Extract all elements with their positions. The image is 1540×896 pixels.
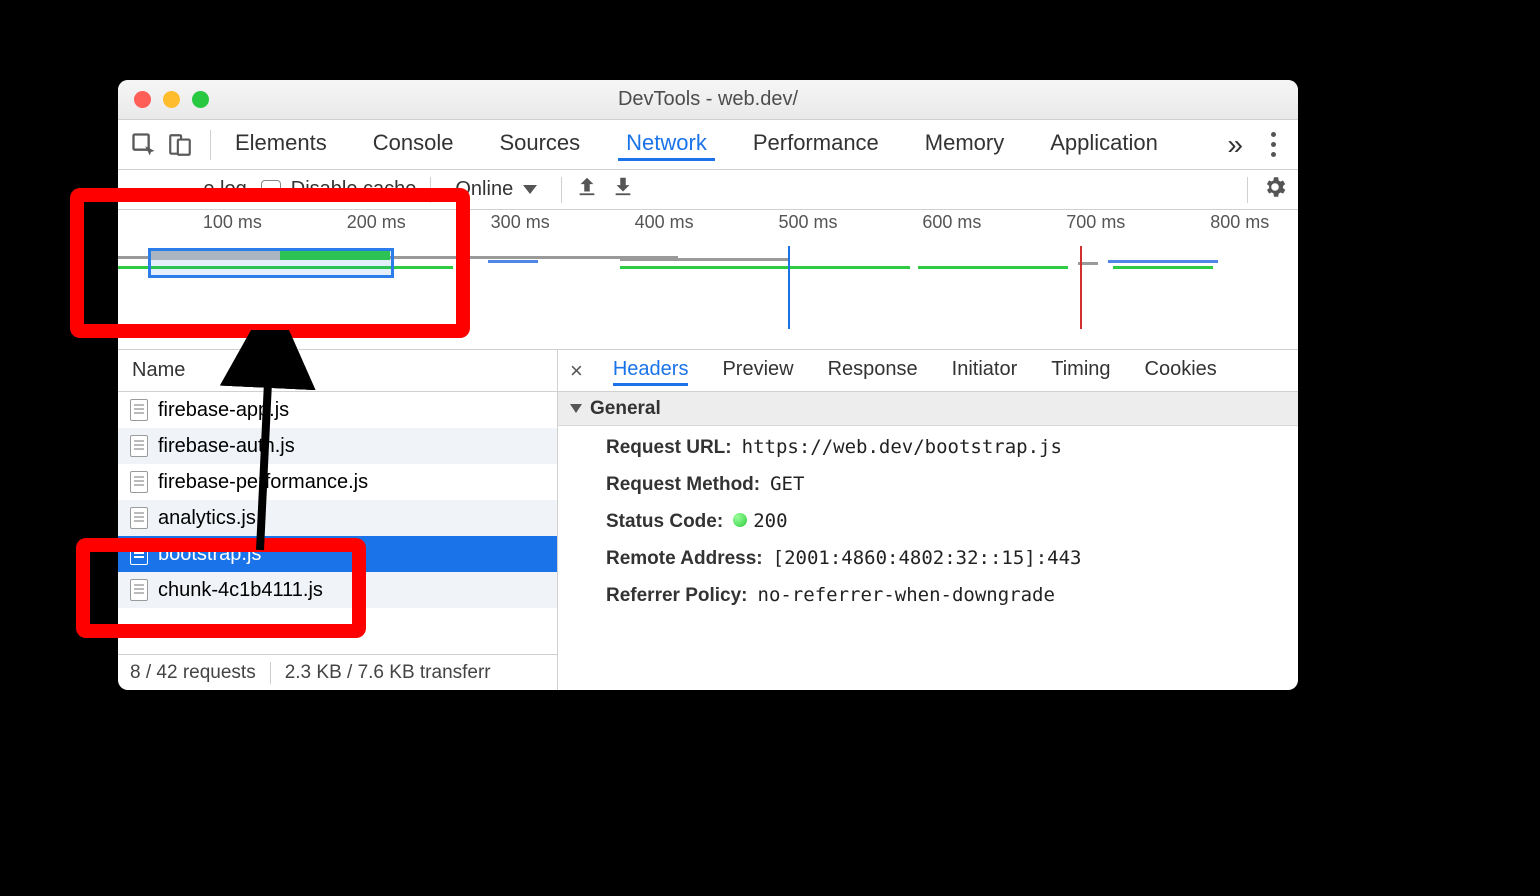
toolbar-sep-3: [1247, 177, 1248, 203]
kv-referrer-policy: Referrer Policy:no-referrer-when-downgra…: [606, 584, 1268, 607]
detail-tab-preview[interactable]: Preview: [722, 356, 793, 386]
panel-tab-sources[interactable]: Sources: [491, 128, 588, 161]
disable-cache-label: Disable cache: [291, 178, 417, 201]
request-row[interactable]: firebase-auth.js: [118, 428, 557, 464]
file-icon: [130, 435, 148, 457]
transfer-size: 2.3 KB / 7.6 KB transferr: [285, 662, 491, 684]
request-row[interactable]: bootstrap.js: [118, 536, 557, 572]
kv-status-code: Status Code:200: [606, 510, 1268, 533]
panel-tab-memory[interactable]: Memory: [917, 128, 1012, 161]
timeline-tick: 600 ms: [922, 212, 981, 233]
detail-tab-initiator[interactable]: Initiator: [952, 356, 1018, 386]
request-row[interactable]: analytics.js: [118, 500, 557, 536]
network-toolbar: pad e log Disable cache Online: [118, 170, 1298, 210]
request-count: 8 / 42 requests: [130, 662, 256, 684]
section-title: General: [590, 398, 661, 420]
timeline-tick: 700 ms: [1066, 212, 1125, 233]
timeline-tick: 800 ms: [1210, 212, 1269, 233]
inspect-element-icon[interactable]: [130, 131, 158, 159]
zoom-window-button[interactable]: [192, 91, 209, 108]
request-row[interactable]: chunk-4c1b4111.js: [118, 572, 557, 608]
file-icon: [130, 471, 148, 493]
kv-remote-address: Remote Address:[2001:4860:4802:32::15]:4…: [606, 547, 1268, 570]
detail-tab-response[interactable]: Response: [828, 356, 918, 386]
domcontentloaded-line: [788, 246, 790, 329]
file-icon: [130, 399, 148, 421]
throttling-selector[interactable]: Online: [445, 178, 547, 201]
status-bar: 8 / 42 requests 2.3 KB / 7.6 KB transfer…: [118, 654, 557, 690]
kv-request-url: Request URL:https://web.dev/bootstrap.js: [606, 436, 1268, 459]
tab-overflow-button[interactable]: »: [1217, 129, 1253, 161]
request-name: bootstrap.js: [158, 543, 261, 566]
request-name: firebase-auth.js: [158, 435, 295, 458]
detail-tab-timing[interactable]: Timing: [1051, 356, 1110, 386]
timeline-tick: 100 ms: [203, 212, 262, 233]
request-row[interactable]: firebase-performance.js: [118, 464, 557, 500]
timeline-selection[interactable]: [148, 248, 394, 278]
request-name: firebase-performance.js: [158, 471, 368, 494]
disable-cache-checkbox[interactable]: [261, 180, 281, 200]
timeline-tick: 200 ms: [347, 212, 406, 233]
panel-tab-network[interactable]: Network: [618, 128, 715, 161]
timeline-tick: 400 ms: [635, 212, 694, 233]
close-detail-button[interactable]: ×: [568, 358, 585, 384]
chevron-down-icon: [523, 185, 537, 194]
detail-tab-cookies[interactable]: Cookies: [1145, 356, 1217, 386]
throttling-value: Online: [455, 178, 513, 201]
tabbar-separator: [210, 130, 211, 160]
panel-tab-application[interactable]: Application: [1042, 128, 1166, 161]
upload-har-icon[interactable]: [576, 175, 598, 204]
request-name: analytics.js: [158, 507, 256, 530]
request-list[interactable]: firebase-app.js firebase-auth.js firebase-…: [118, 392, 557, 654]
minimize-window-button[interactable]: [163, 91, 180, 108]
close-window-button[interactable]: [134, 91, 151, 108]
column-header-name[interactable]: Name: [118, 350, 557, 392]
timeline-tick: 300 ms: [491, 212, 550, 233]
request-name: firebase-app.js: [158, 399, 289, 422]
timeline-tick: 500 ms: [778, 212, 837, 233]
detail-tab-headers[interactable]: Headers: [613, 356, 689, 386]
titlebar: DevTools - web.dev/: [118, 80, 1298, 120]
file-icon: [130, 543, 148, 565]
toolbar-sep-2: [561, 177, 562, 203]
network-settings-icon[interactable]: [1262, 174, 1288, 206]
headers-general-section[interactable]: General: [558, 392, 1298, 426]
download-har-icon[interactable]: [612, 175, 634, 204]
network-body: Name firebase-app.jsfirebase-auth.jsfire…: [118, 350, 1298, 690]
panel-tab-elements[interactable]: Elements: [227, 128, 335, 161]
devtools-menu-button[interactable]: [1261, 132, 1286, 157]
window-title: DevTools - web.dev/: [118, 88, 1298, 111]
request-list-pane: Name firebase-app.jsfirebase-auth.jsfire…: [118, 350, 558, 690]
request-name: chunk-4c1b4111.js: [158, 579, 323, 602]
load-line: [1080, 246, 1082, 329]
preserve-log-label-fragment: e log: [203, 178, 246, 201]
request-detail-pane: × Headers Preview Response Initiator Timing C…: [558, 350, 1298, 690]
disclosure-triangle-icon: [570, 404, 582, 413]
detail-tabbar: × Headers Preview Response Initiator Timing C…: [558, 350, 1298, 392]
panel-tab-performance[interactable]: Performance: [745, 128, 887, 161]
timeline-overview[interactable]: 100 ms 200 ms 300 ms 400 ms 500 ms 600 ms 700 …: [118, 210, 1298, 350]
file-icon: [130, 579, 148, 601]
status-dot-icon: [733, 513, 747, 527]
traffic-lights: [118, 91, 209, 108]
file-icon: [130, 507, 148, 529]
headers-general-values: Request URL:https://web.dev/bootstrap.js…: [558, 426, 1298, 619]
kv-request-method: Request Method:GET: [606, 473, 1268, 496]
request-row[interactable]: firebase-app.js: [118, 392, 557, 428]
devtools-window: DevTools - web.dev/ Elements Console Sourc…: [118, 80, 1298, 690]
device-toggle-icon[interactable]: [166, 131, 194, 159]
toolbar-sep: [430, 177, 431, 203]
panel-tabbar: Elements Console Sources Network Performance…: [118, 120, 1298, 170]
panel-tab-console[interactable]: Console: [365, 128, 462, 161]
